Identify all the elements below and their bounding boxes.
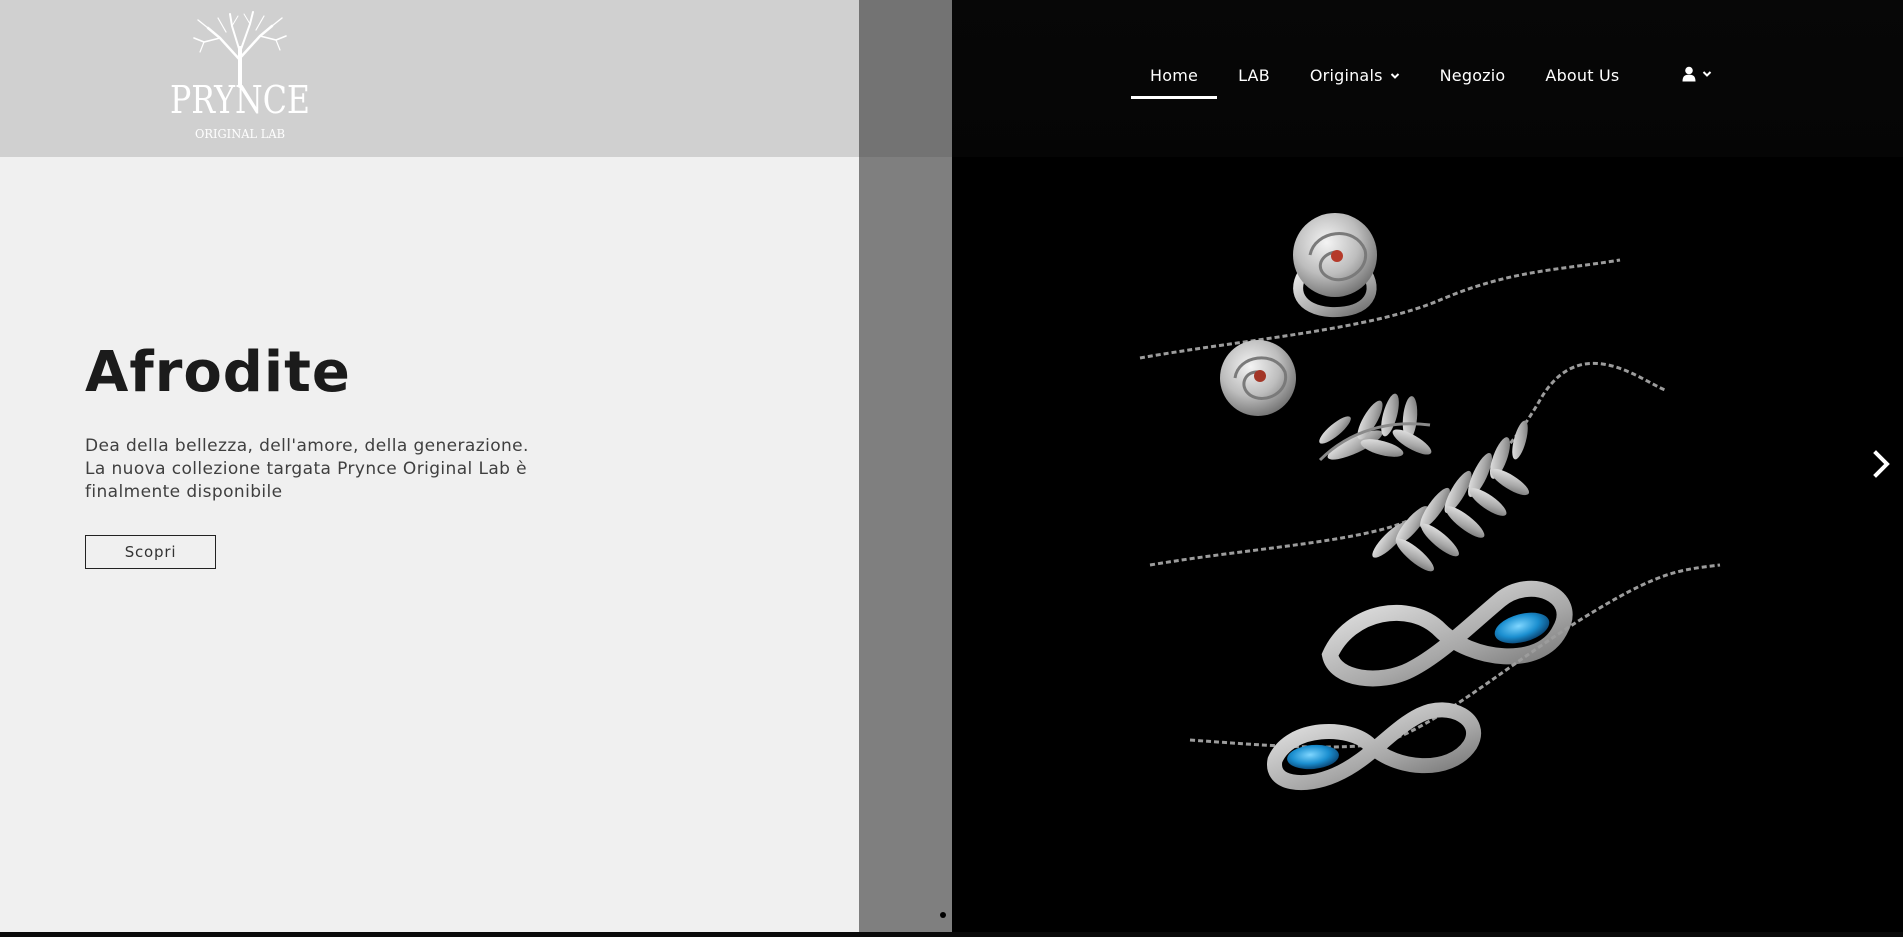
nav-item-label: Negozio	[1439, 66, 1506, 85]
bottom-bar	[0, 932, 1903, 937]
nav-item-label: LAB	[1238, 66, 1270, 85]
page: PRYNCE ORIGINAL LAB Home LAB Originals N…	[0, 0, 1903, 937]
nav-item-about-us[interactable]: About Us	[1525, 58, 1639, 97]
hero-jewelry-image	[1120, 200, 1760, 820]
nav-item-label: Home	[1150, 66, 1199, 85]
chevron-down-icon	[1702, 69, 1712, 79]
hero-title: Afrodite	[85, 340, 351, 405]
nav-item-lab[interactable]: LAB	[1218, 58, 1290, 97]
nav-item-label: Originals	[1309, 66, 1383, 85]
tree-logo-icon[interactable]: PRYNCE ORIGINAL LAB	[160, 8, 320, 146]
account-menu-button[interactable]	[1682, 66, 1712, 82]
hero-description-line: Dea della bellezza, dell'amore, della ge…	[85, 436, 529, 456]
hero-description-line: La nuova collezione targata Prynce Origi…	[85, 459, 527, 479]
nav-item-label: About Us	[1545, 66, 1620, 85]
nav-item-negozio[interactable]: Negozio	[1420, 58, 1526, 97]
discover-button[interactable]: Scopri	[85, 535, 216, 569]
hero-description-line: finalmente disponibile	[85, 482, 283, 502]
chevron-down-icon	[1390, 71, 1400, 81]
nav-item-home[interactable]: Home	[1130, 58, 1218, 99]
chevron-right-icon[interactable]	[1870, 448, 1894, 480]
logo-subtitle: ORIGINAL LAB	[195, 127, 285, 141]
hero-divider-strip	[859, 0, 952, 932]
nav-item-originals[interactable]: Originals	[1290, 58, 1420, 97]
slider-dot[interactable]	[940, 912, 946, 918]
user-icon	[1682, 66, 1696, 82]
hero-description: Dea della bellezza, dell'amore, della ge…	[85, 435, 605, 504]
logo-wordmark: PRYNCE	[170, 78, 310, 122]
main-nav: Home LAB Originals Negozio About Us	[1130, 58, 1639, 99]
